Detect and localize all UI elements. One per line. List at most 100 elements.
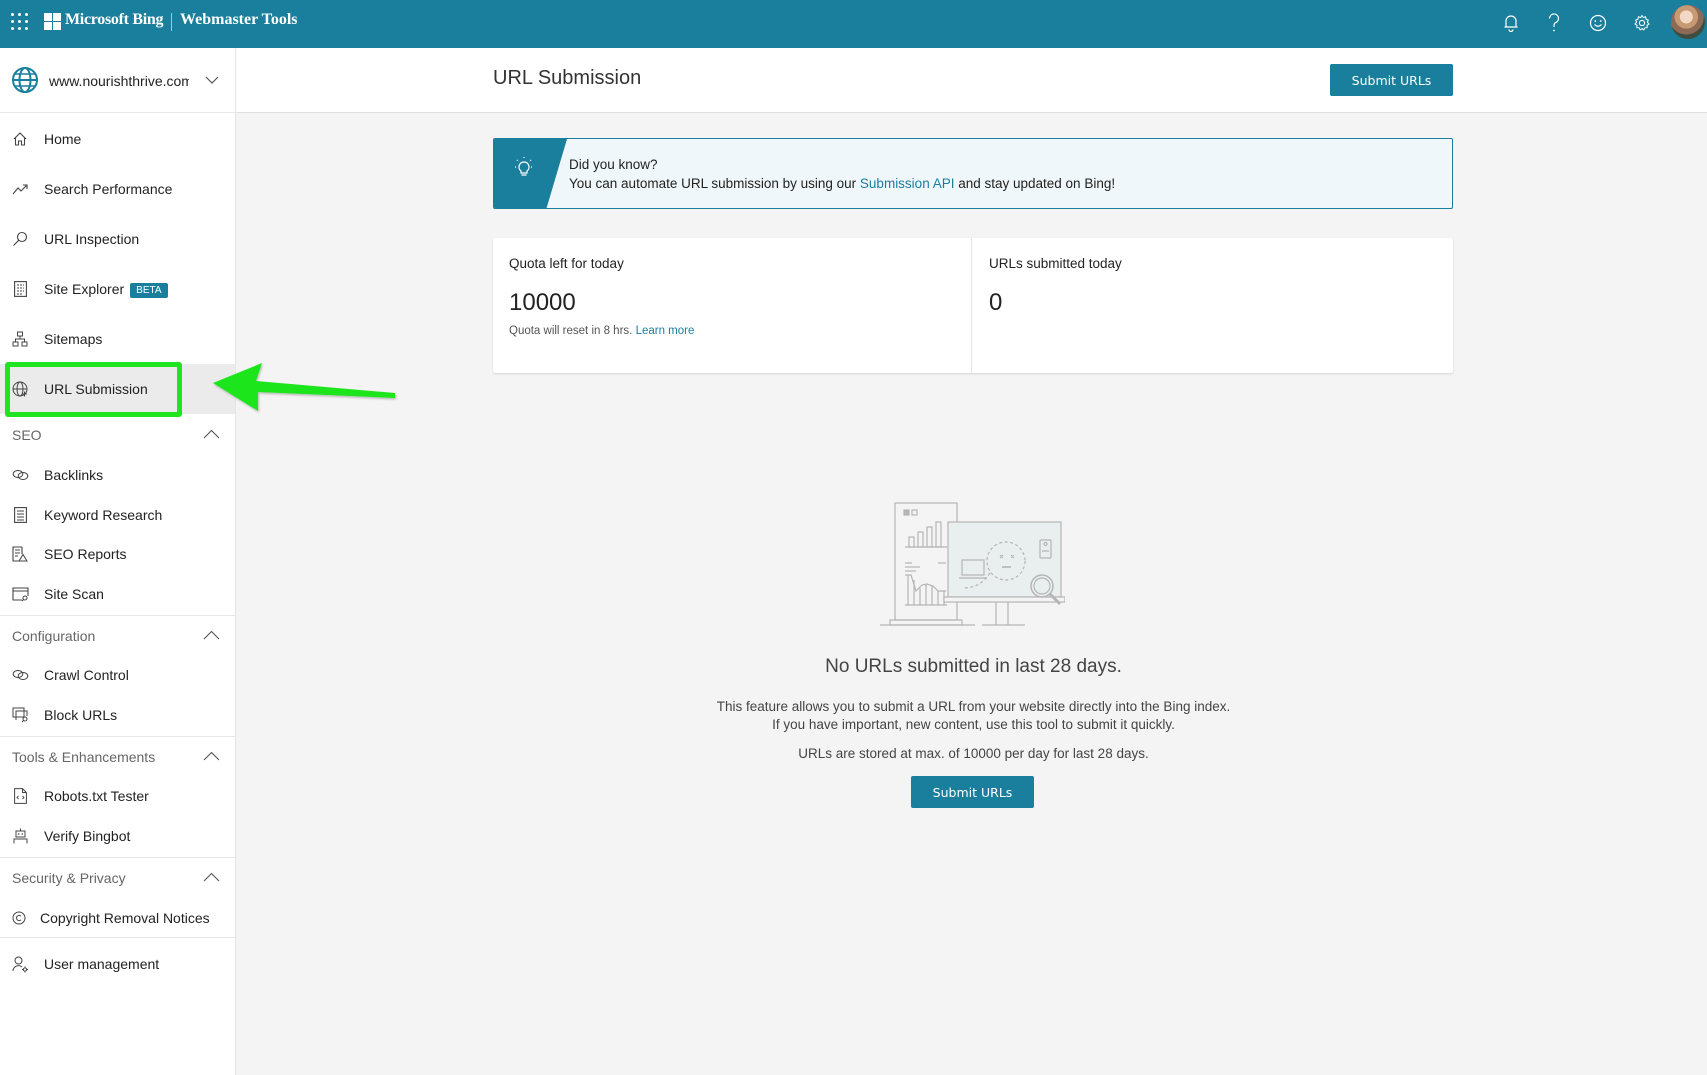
- lightbulb-icon: [515, 157, 533, 176]
- sidebar-divider: [0, 937, 235, 938]
- empty-state-title: No URLs submitted in last 28 days.: [825, 656, 1122, 677]
- microsoft-logo-icon: [44, 13, 61, 30]
- submitted-stat: URLs submitted today 0: [973, 238, 1453, 373]
- document-list-icon: [11, 280, 29, 298]
- section-title: Security & Privacy: [12, 870, 126, 886]
- document-list-icon: [11, 506, 29, 524]
- sidebar-item-user-management[interactable]: User management: [0, 944, 235, 984]
- quota-value: 10000: [509, 289, 576, 316]
- sidebar-item-home[interactable]: Home: [0, 119, 235, 159]
- report-warning-icon: [11, 545, 29, 563]
- empty-state-illustration: [880, 502, 1065, 626]
- submit-urls-button[interactable]: Submit URLs: [1330, 64, 1453, 96]
- sidebar-item-label: Site Scan: [44, 586, 104, 602]
- banner-title: Did you know?: [569, 157, 658, 172]
- section-title: Tools & Enhancements: [12, 749, 156, 765]
- submitted-value: 0: [989, 289, 1003, 316]
- brand-name[interactable]: Microsoft Bing: [65, 11, 163, 29]
- submit-urls-button-empty-state[interactable]: Submit URLs: [911, 776, 1034, 808]
- section-tools-toggle[interactable]: Tools & Enhancements: [0, 740, 235, 774]
- settings-gear-icon[interactable]: [1629, 10, 1655, 36]
- sidebar-item-label: Robots.txt Tester: [44, 788, 149, 804]
- block-urls-icon: [11, 706, 29, 724]
- chevron-up-icon: [203, 872, 220, 882]
- sidebar-item-label: User management: [44, 956, 160, 972]
- home-icon: [11, 130, 29, 148]
- empty-state-description: This feature allows you to submit a URL …: [716, 699, 1231, 732]
- page-header: URL Submission Submit URLs: [236, 48, 1707, 113]
- user-settings-icon: [11, 955, 29, 973]
- sidebar-item-backlinks[interactable]: Backlinks: [0, 455, 235, 495]
- sidebar-item-label: Block URLs: [44, 707, 118, 723]
- sidebar-item-label: Copyright Removal Notices: [40, 910, 210, 926]
- user-avatar[interactable]: [1671, 5, 1705, 39]
- sidebar-item-url-inspection[interactable]: URL Inspection: [0, 219, 235, 259]
- sidebar-item-site-scan[interactable]: Site Scan: [0, 574, 235, 614]
- section-title: SEO: [12, 427, 42, 443]
- trend-icon: [11, 180, 29, 198]
- globe-icon: [12, 67, 38, 93]
- chevron-up-icon: [203, 751, 220, 761]
- section-seo-toggle[interactable]: SEO: [0, 418, 235, 452]
- submitted-label: URLs submitted today: [989, 256, 1122, 271]
- sidebar-divider: [0, 857, 235, 858]
- did-you-know-banner: Did you know? You can automate URL submi…: [493, 138, 1453, 209]
- sidebar-item-robots-tester[interactable]: Robots.txt Tester: [0, 776, 235, 816]
- search-icon: [11, 230, 29, 248]
- sidebar-item-seo-reports[interactable]: SEO Reports: [0, 534, 235, 574]
- app-launcher-waffle-icon[interactable]: [11, 13, 29, 31]
- sidebar-item-keyword-research[interactable]: Keyword Research: [0, 495, 235, 535]
- copyright-icon: [10, 909, 28, 927]
- sidebar-item-label: URL Inspection: [44, 231, 140, 247]
- section-security-toggle[interactable]: Security & Privacy: [0, 861, 235, 895]
- link-icon: [11, 466, 29, 484]
- sidebar-item-block-urls[interactable]: Block URLs: [0, 695, 235, 735]
- section-configuration-toggle[interactable]: Configuration: [0, 619, 235, 653]
- sidebar-item-label: Crawl Control: [44, 667, 129, 683]
- learn-more-link[interactable]: Learn more: [636, 325, 695, 337]
- sidebar-item-url-submission[interactable]: URL Submission: [0, 364, 235, 414]
- window-search-icon: [11, 585, 29, 603]
- page-title: URL Submission: [493, 67, 642, 89]
- chevron-up-icon: [203, 429, 220, 439]
- sidebar-item-site-explorer[interactable]: Site Explorer BETA: [0, 269, 235, 309]
- chevron-up-icon: [203, 630, 220, 640]
- sidebar-item-search-performance[interactable]: Search Performance: [0, 169, 235, 209]
- site-selector-dropdown[interactable]: www.nourishthrive.com: [0, 48, 235, 113]
- sidebar-item-label: Home: [44, 131, 82, 147]
- sidebar-item-label: Backlinks: [44, 467, 104, 483]
- banner-text: You can automate URL submission by using…: [569, 176, 1116, 191]
- site-url: www.nourishthrive.com: [49, 73, 189, 89]
- sidebar-item-sitemaps[interactable]: Sitemaps: [0, 319, 235, 359]
- sidebar-divider: [0, 736, 235, 737]
- sidebar-item-label: Sitemaps: [44, 331, 103, 347]
- sidebar-divider: [0, 615, 235, 616]
- top-bar: Microsoft Bing Webmaster Tools: [0, 0, 1707, 48]
- sidebar-item-label: Search Performance: [44, 181, 173, 197]
- sidebar-item-label: Site Explorer BETA: [44, 281, 168, 298]
- code-file-icon: [11, 787, 29, 805]
- sidebar-item-label: Keyword Research: [44, 507, 163, 523]
- bell-icon[interactable]: [1498, 10, 1524, 36]
- help-icon[interactable]: [1541, 10, 1567, 36]
- sidebar-item-copyright-removal[interactable]: Copyright Removal Notices: [0, 898, 235, 938]
- globe-icon: [11, 380, 29, 398]
- brand-divider: [171, 13, 172, 31]
- sitemap-icon: [11, 330, 29, 348]
- product-name[interactable]: Webmaster Tools: [180, 11, 298, 29]
- link-icon: [11, 666, 29, 684]
- quota-stat: Quota left for today 10000 Quota will re…: [493, 238, 972, 373]
- chevron-down-icon[interactable]: [204, 72, 220, 88]
- robot-icon: [11, 827, 29, 845]
- empty-state-note: URLs are stored at max. of 10000 per day…: [798, 746, 1149, 761]
- beta-badge: BETA: [130, 282, 168, 298]
- feedback-smiley-icon[interactable]: [1585, 10, 1611, 36]
- submission-api-link[interactable]: Submission API: [860, 176, 955, 191]
- quota-note: Quota will reset in 8 hrs. Learn more: [509, 325, 695, 337]
- sidebar-item-label: SEO Reports: [44, 546, 127, 562]
- sidebar-item-label: Verify Bingbot: [44, 828, 131, 844]
- stats-card: Quota left for today 10000 Quota will re…: [493, 238, 1453, 373]
- sidebar-item-crawl-control[interactable]: Crawl Control: [0, 655, 235, 695]
- sidebar-item-verify-bingbot[interactable]: Verify Bingbot: [0, 816, 235, 856]
- sidebar-item-label: URL Submission: [44, 381, 148, 397]
